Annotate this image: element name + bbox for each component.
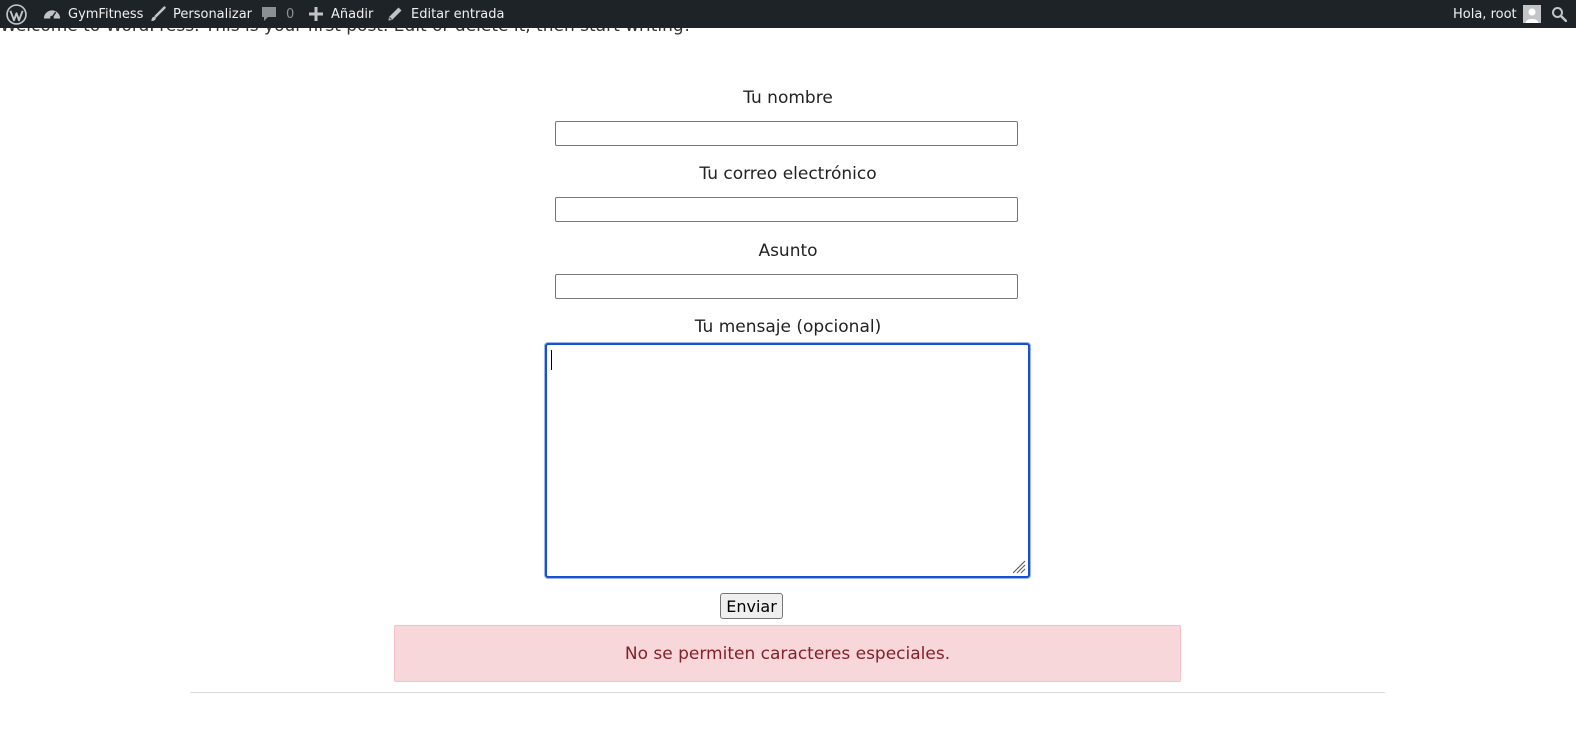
email-field[interactable] [555,197,1018,222]
error-message: No se permiten caracteres especiales. [624,643,951,664]
new-content-menu[interactable]: Añadir [309,0,373,28]
search-icon [1552,7,1567,22]
customize-menu[interactable]: Personalizar [149,0,252,28]
comment-bubble-icon [262,7,276,21]
submit-button[interactable]: Enviar [720,593,783,619]
avatar [1522,5,1541,23]
subject-field[interactable] [555,274,1018,299]
brush-icon [151,5,166,21]
divider [190,692,1385,693]
my-account-menu[interactable]: Hola, root [1453,0,1541,28]
new-label: Añadir [331,6,374,22]
edit-post-menu[interactable]: Editar entrada [387,0,504,28]
error-alert: No se permiten caracteres especiales. [394,625,1181,682]
dashboard-icon [43,10,61,20]
name-label: Tu nombre [743,88,833,108]
search-button[interactable] [1551,0,1567,28]
wordpress-logo-icon [6,3,27,25]
admin-bar: GymFitness Personalizar 0 Añadir Editar … [0,0,1576,28]
comments-menu[interactable]: 0 [261,0,294,28]
text-caret [551,350,552,370]
resize-handle[interactable] [1010,558,1026,574]
name-field[interactable] [555,121,1018,146]
greeting: Hola, root [1453,6,1517,22]
message-label: Tu mensaje (opcional) [694,317,882,337]
email-label: Tu correo electrónico [699,164,877,184]
comments-count: 0 [286,6,295,22]
customize-label: Personalizar [173,6,253,22]
site-name: GymFitness [68,6,144,22]
pencil-icon [388,7,402,21]
site-name-menu[interactable]: GymFitness [43,0,143,28]
edit-post-label: Editar entrada [411,6,505,22]
subject-label: Asunto [758,241,818,261]
message-textarea[interactable] [545,343,1030,578]
wordpress-logo-menu[interactable] [6,0,27,28]
plus-icon [309,7,323,21]
